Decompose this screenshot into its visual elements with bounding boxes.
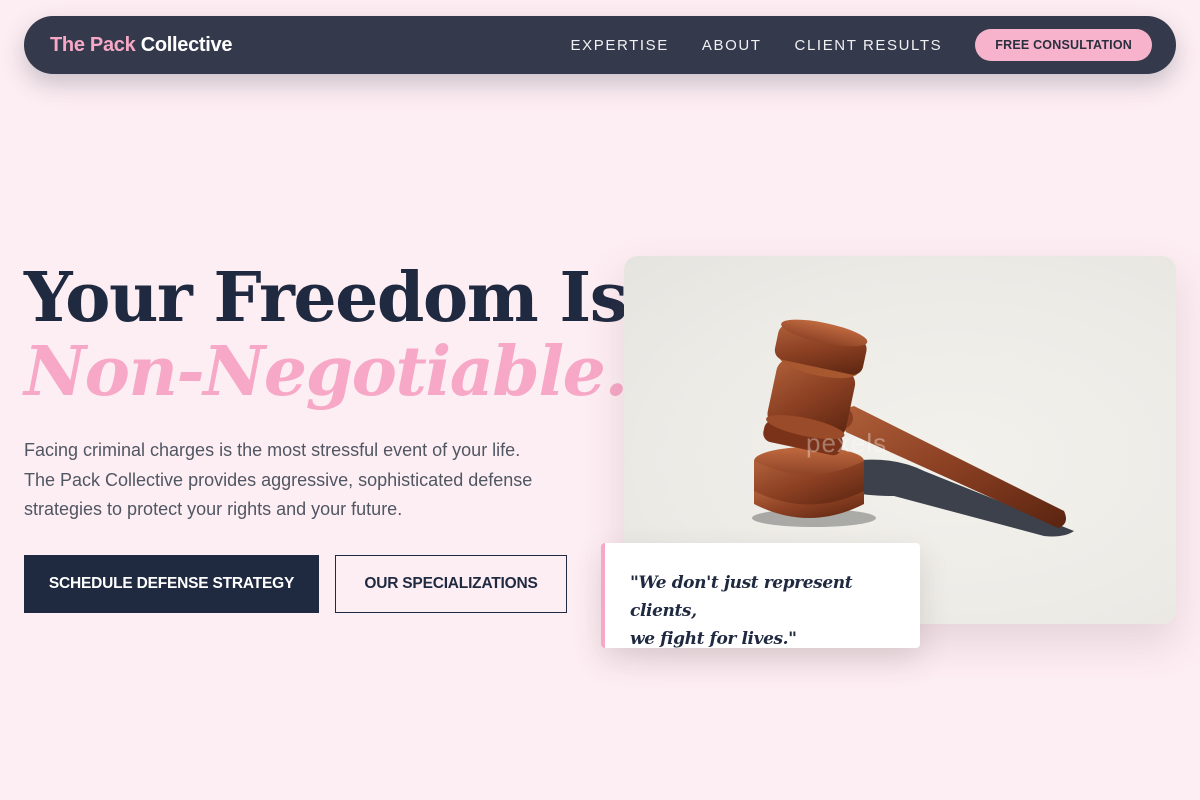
nav-link-about[interactable]: ABOUT — [702, 37, 762, 54]
our-specializations-button[interactable]: OUR SPECIALIZATIONS — [335, 555, 567, 613]
schedule-defense-strategy-button[interactable]: SCHEDULE DEFENSE STRATEGY — [24, 555, 319, 613]
nav-link-client-results[interactable]: CLIENT RESULTS — [795, 37, 943, 54]
top-navigation-bar: The Pack Collective EXPERTISE ABOUT CLIE… — [24, 16, 1176, 74]
brand-name-part2: Collective — [140, 33, 233, 56]
quote-line1: "We don't just represent clients, — [630, 573, 853, 621]
quote-line2: we fight for lives." — [630, 629, 797, 649]
hero-headline-line2: Non-Negotiable. — [24, 332, 628, 412]
hero-description: Facing criminal charges is the most stre… — [24, 440, 533, 519]
testimonial-quote-card: "We don't just represent clients, we fig… — [601, 543, 920, 649]
nav-links: EXPERTISE ABOUT CLIENT RESULTS FREE CONS… — [571, 29, 1152, 61]
free-consultation-button[interactable]: FREE CONSULTATION — [975, 29, 1152, 61]
nav-link-expertise[interactable]: EXPERTISE — [571, 37, 669, 54]
hero-headline: Your Freedom Is Non-Negotiable. — [24, 258, 628, 412]
hero-headline-line1: Your Freedom Is — [24, 258, 628, 338]
brand-logo[interactable]: The Pack Collective — [50, 34, 232, 57]
image-watermark: pexels — [806, 428, 888, 458]
brand-name-part1: The Pack — [50, 33, 136, 56]
